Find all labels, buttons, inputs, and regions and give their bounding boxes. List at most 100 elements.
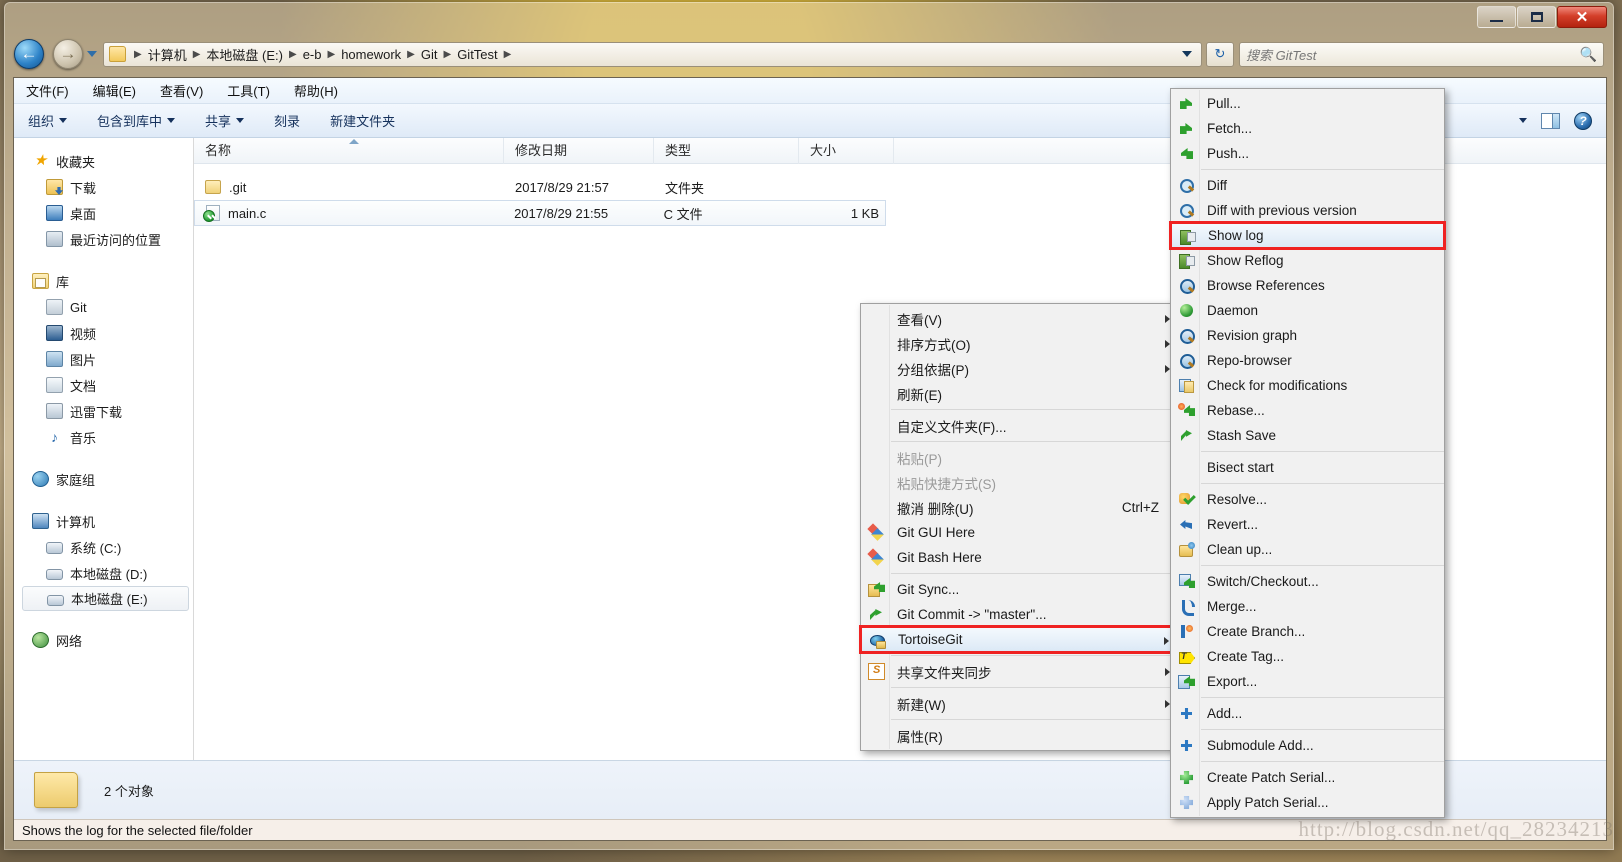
submenu-item-push[interactable]: Push... — [1171, 141, 1444, 166]
breadcrumb-item-2[interactable]: e-b — [301, 47, 324, 62]
submenu-item-clean-up[interactable]: Clean up... — [1171, 537, 1444, 562]
back-button[interactable]: ← — [14, 39, 44, 69]
submenu-item-daemon[interactable]: Daemon — [1171, 298, 1444, 323]
submenu-item-create-branch[interactable]: Create Branch... — [1171, 619, 1444, 644]
submenu-item-create-tag[interactable]: Create Tag... — [1171, 644, 1444, 669]
sidebar-item-system-c[interactable]: 系统 (C:) — [14, 534, 193, 560]
toolbar-organize[interactable]: 组织 — [28, 111, 68, 130]
toolbar-burn[interactable]: 刻录 — [274, 111, 300, 130]
menu-separator — [891, 441, 1177, 442]
submenu-item-resolve[interactable]: Resolve... — [1171, 487, 1444, 512]
submenu-item-apply-patch-serial[interactable]: Apply Patch Serial... — [1171, 790, 1444, 815]
menu-item-customize-folder[interactable]: 自定义文件夹(F)... — [861, 413, 1177, 438]
sidebar-item-videos[interactable]: 视频 — [14, 320, 193, 346]
tortoisegit-submenu[interactable]: Pull... Fetch... Push... Diff Diff with … — [1169, 88, 1446, 818]
preview-pane-icon[interactable] — [1541, 112, 1560, 129]
submenu-item-rebase[interactable]: Rebase... — [1171, 398, 1444, 423]
submenu-item-repo-browser[interactable]: Repo-browser — [1171, 348, 1444, 373]
menu-view[interactable]: 查看(V) — [160, 81, 203, 100]
submenu-item-submodule-add[interactable]: Submodule Add... — [1171, 733, 1444, 758]
help-icon[interactable]: ? — [1574, 111, 1592, 130]
submenu-item-merge[interactable]: Merge... — [1171, 594, 1444, 619]
menu-item-refresh[interactable]: 刷新(E) — [861, 381, 1177, 406]
address-dropdown-icon[interactable] — [1182, 51, 1192, 57]
sidebar-group-libraries[interactable]: 库 — [14, 268, 193, 294]
submenu-item-export[interactable]: Export... — [1171, 669, 1444, 694]
submenu-item-show-reflog[interactable]: Show Reflog — [1171, 248, 1444, 273]
column-header-name[interactable]: 名称 — [194, 137, 504, 164]
submenu-item-browse-references[interactable]: Browse References — [1171, 273, 1444, 298]
menu-item-group-by[interactable]: 分组依据(P) — [861, 356, 1177, 381]
submenu-item-diff[interactable]: Diff — [1171, 173, 1444, 198]
menu-file[interactable]: 文件(F) — [26, 81, 69, 100]
sidebar-group-favorites[interactable]: ★ 收藏夹 — [14, 148, 193, 174]
menu-separator — [1201, 761, 1444, 762]
sidebar-group-favorites-label: 收藏夹 — [56, 154, 96, 170]
breadcrumb-item-5[interactable]: GitTest — [455, 47, 499, 62]
menu-item-undo-delete[interactable]: 撤消 删除(U) Ctrl+Z — [861, 495, 1177, 520]
submenu-item-diff-previous[interactable]: Diff with previous version — [1171, 198, 1444, 223]
menu-item-share-folder-sync[interactable]: 共享文件夹同步 — [861, 659, 1177, 684]
column-header-modified[interactable]: 修改日期 — [504, 137, 654, 164]
context-menu[interactable]: 查看(V) 排序方式(O) 分组依据(P) 刷新(E) 自定义文件夹(F)...… — [859, 303, 1179, 751]
sidebar-item-network[interactable]: 网络 — [14, 627, 193, 653]
menu-item-git-sync[interactable]: Git Sync... — [861, 577, 1177, 602]
submenu-item-revert[interactable]: Revert... — [1171, 512, 1444, 537]
menu-item-git-bash-here[interactable]: Git Bash Here — [861, 545, 1177, 570]
submenu-item-show-log[interactable]: Show log — [1169, 221, 1446, 250]
menu-item-new[interactable]: 新建(W) — [861, 691, 1177, 716]
menu-item-git-gui-here[interactable]: Git GUI Here — [861, 520, 1177, 545]
sidebar-item-drive-e[interactable]: 本地磁盘 (E:) — [22, 586, 189, 611]
breadcrumb-item-4[interactable]: Git — [419, 47, 440, 62]
menu-edit[interactable]: 编辑(E) — [93, 81, 136, 100]
submenu-item-switch-checkout[interactable]: Switch/Checkout... — [1171, 569, 1444, 594]
search-input[interactable]: 搜索 GitTest — [1246, 45, 1580, 64]
menu-item-tortoisegit[interactable]: TortoiseGit — [859, 625, 1179, 654]
menu-item-view[interactable]: 查看(V) — [861, 306, 1177, 331]
submenu-item-fetch[interactable]: Fetch... — [1171, 116, 1444, 141]
sidebar-item-recent-places[interactable]: 最近访问的位置 — [14, 226, 193, 252]
navigation-pane[interactable]: ★ 收藏夹 下载 桌面 最近访问的位置 库 Git 视频 图片 文档 迅雷下载 … — [14, 138, 194, 840]
sidebar-item-label: 本地磁盘 (D:) — [70, 566, 148, 582]
breadcrumb-item-1[interactable]: 本地磁盘 (E:) — [204, 45, 285, 64]
sidebar-item-pictures[interactable]: 图片 — [14, 346, 193, 372]
forward-button[interactable]: → — [53, 39, 83, 69]
submenu-item-revision-graph[interactable]: Revision graph — [1171, 323, 1444, 348]
sidebar-item-git[interactable]: Git — [14, 294, 193, 320]
minimize-button[interactable] — [1477, 6, 1516, 28]
toolbar-include-in-library[interactable]: 包含到库中 — [97, 111, 176, 130]
submenu-item-check-modifications[interactable]: Check for modifications — [1171, 373, 1444, 398]
submenu-item-add[interactable]: Add... — [1171, 701, 1444, 726]
menu-tools[interactable]: 工具(T) — [227, 81, 270, 100]
maximize-button[interactable] — [1517, 6, 1556, 28]
toolbar-new-folder[interactable]: 新建文件夹 — [330, 111, 395, 130]
close-button[interactable]: ✕ — [1557, 6, 1607, 28]
submenu-item-bisect-start[interactable]: Bisect start — [1171, 455, 1444, 480]
toolbar-share[interactable]: 共享 — [205, 111, 245, 130]
search-box[interactable]: 搜索 GitTest 🔍 — [1239, 41, 1604, 67]
menu-help[interactable]: 帮助(H) — [294, 81, 338, 100]
recent-locations-icon[interactable] — [87, 51, 97, 57]
table-row[interactable]: main.c 2017/8/29 21:55 C 文件 1 KB — [194, 200, 886, 226]
breadcrumb-item-0[interactable]: 计算机 — [146, 45, 189, 64]
sidebar-group-computer[interactable]: 计算机 — [14, 508, 193, 534]
menu-item-sort-by[interactable]: 排序方式(O) — [861, 331, 1177, 356]
column-header-type[interactable]: 类型 — [654, 137, 799, 164]
refresh-button[interactable]: ↻ — [1206, 41, 1234, 67]
sidebar-item-music[interactable]: ♪ 音乐 — [14, 424, 193, 450]
sidebar-item-documents[interactable]: 文档 — [14, 372, 193, 398]
sidebar-item-drive-d[interactable]: 本地磁盘 (D:) — [14, 560, 193, 586]
menu-item-properties[interactable]: 属性(R) — [861, 723, 1177, 748]
submenu-item-stash-save[interactable]: Stash Save — [1171, 423, 1444, 448]
submenu-item-pull[interactable]: Pull... — [1171, 91, 1444, 116]
breadcrumb-item-3[interactable]: homework — [339, 47, 403, 62]
sidebar-item-homegroup[interactable]: 家庭组 — [14, 466, 193, 492]
address-bar[interactable]: ▶ 计算机 ▶ 本地磁盘 (E:) ▶ e-b ▶ homework ▶ Git… — [103, 41, 1202, 67]
column-header-size[interactable]: 大小 — [799, 137, 894, 164]
sidebar-item-thunder-download[interactable]: 迅雷下载 — [14, 398, 193, 424]
sidebar-item-desktop[interactable]: 桌面 — [14, 200, 193, 226]
menu-item-git-commit[interactable]: Git Commit -> "master"... — [861, 602, 1177, 627]
sidebar-item-downloads[interactable]: 下载 — [14, 174, 193, 200]
view-options-chevron-icon[interactable] — [1519, 118, 1527, 123]
submenu-item-create-patch-serial[interactable]: Create Patch Serial... — [1171, 765, 1444, 790]
